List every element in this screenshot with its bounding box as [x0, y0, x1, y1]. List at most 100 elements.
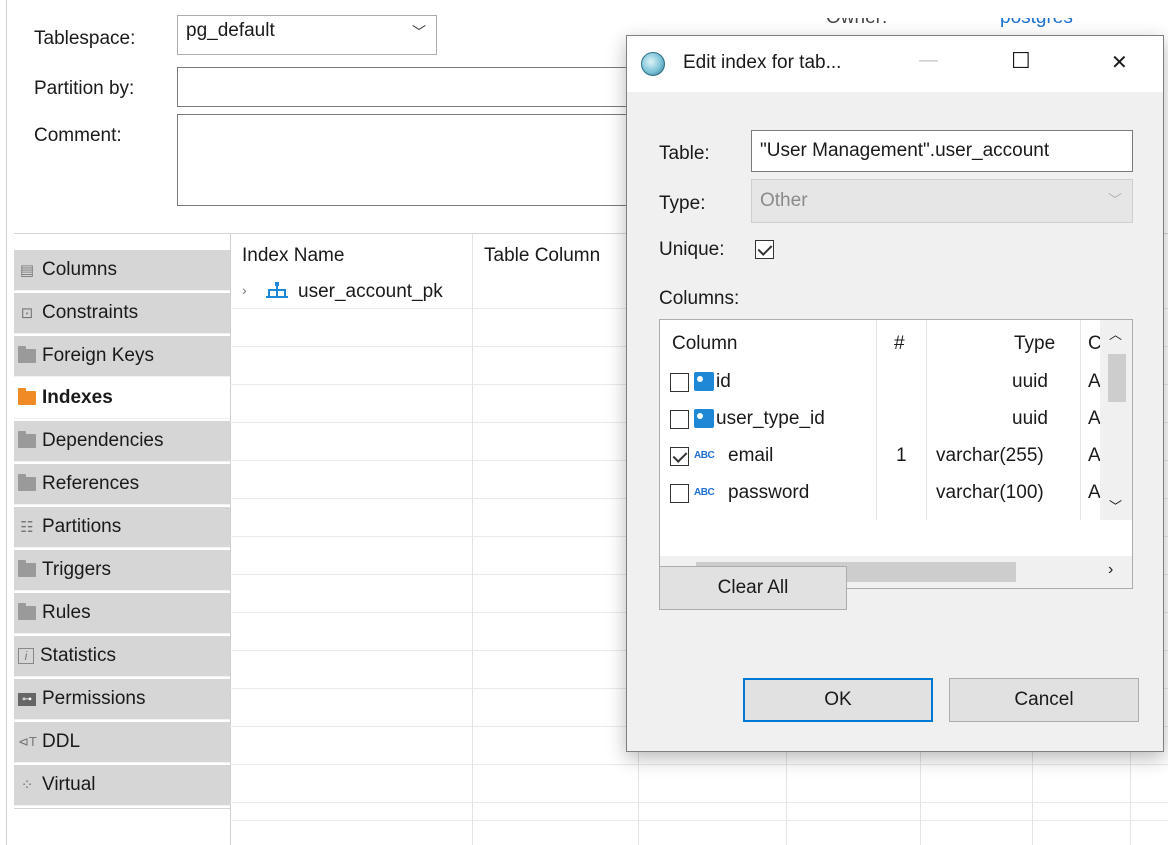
index-name-cell: user_account_pk [298, 281, 443, 302]
scroll-right-icon[interactable]: › [1108, 561, 1113, 579]
chevron-down-icon: ﹀ [1108, 192, 1122, 208]
tab-label: Constraints [42, 302, 139, 323]
tab-rules[interactable]: Rules [14, 593, 230, 634]
reference-column-icon [694, 409, 714, 428]
header-column[interactable]: Column [672, 333, 737, 355]
scroll-up-icon[interactable]: ︿ [1109, 324, 1122, 343]
folder-icon [18, 474, 36, 491]
clear-all-button[interactable]: Clear All [659, 566, 847, 610]
edit-index-dialog: Edit index for tab... — ☐ ✕ Table: "User… [626, 35, 1164, 752]
tab-label: Rules [42, 602, 91, 623]
table-row[interactable]: › user_account_pk [230, 278, 472, 308]
close-icon[interactable]: ✕ [1111, 50, 1128, 75]
tab-statistics[interactable]: i Statistics [14, 636, 230, 677]
tab-virtual[interactable]: ⁘ Virtual [14, 765, 230, 806]
columns-label: Columns: [659, 288, 740, 309]
table-field: "User Management".user_account [751, 130, 1133, 172]
folder-icon [18, 431, 36, 448]
grid-row-line [230, 764, 1168, 765]
tab-label: Partitions [42, 516, 122, 537]
tab-label: Columns [42, 259, 117, 280]
header-type[interactable]: Type [1014, 333, 1055, 355]
partitions-icon: ☷ [20, 519, 34, 536]
text-column-icon: ABC [694, 487, 715, 498]
column-extra: A [1088, 371, 1101, 392]
dialog-title: Edit index for tab... [683, 52, 842, 73]
index-icon [266, 281, 288, 299]
constraints-icon: ⊡ [20, 305, 34, 322]
partition-input[interactable] [177, 67, 637, 107]
type-label: Type: [659, 193, 706, 214]
text-column-icon: ABC [694, 450, 715, 461]
column-order: 1 [896, 445, 907, 466]
column-extra: A [1088, 482, 1101, 503]
tab-label: Dependencies [42, 430, 164, 451]
header-order[interactable]: # [894, 333, 905, 355]
tab-constraints[interactable]: ⊡ Constraints [14, 293, 230, 334]
tab-label: Statistics [40, 645, 117, 666]
table-row[interactable]: ABC email 1 varchar(255) A [660, 438, 1132, 474]
table-label: Table: [659, 143, 710, 164]
column-checkbox[interactable] [670, 373, 689, 392]
chevron-right-icon[interactable]: › [242, 282, 247, 298]
type-combo: Other ﹀ [751, 179, 1133, 223]
tablespace-combo[interactable]: pg_default ﹀ [177, 15, 437, 55]
columns-icon: ▤ [19, 262, 35, 279]
column-extra: A [1088, 445, 1101, 466]
tab-columns[interactable]: ▤ Columns [14, 250, 230, 291]
grid-row-line [230, 820, 1168, 821]
column-checkbox[interactable] [670, 410, 689, 429]
column-type: uuid [1012, 371, 1048, 392]
grid-row-line [230, 802, 1168, 803]
column-checkbox[interactable] [670, 484, 689, 503]
column-name: email [728, 445, 774, 466]
comment-textarea[interactable] [177, 114, 637, 206]
tab-partitions[interactable]: ☷ Partitions [14, 507, 230, 548]
table-field-value: "User Management".user_account [760, 140, 1050, 161]
tab-label: References [42, 473, 140, 494]
scrollbar-thumb[interactable] [1108, 354, 1126, 402]
tab-references[interactable]: References [14, 464, 230, 505]
primary-key-icon [694, 372, 714, 391]
grid-header-table-column[interactable]: Table Column [484, 245, 600, 267]
chevron-down-icon: ﹀ [412, 24, 426, 40]
columns-table[interactable]: Column # Type C id uuid A user_type_id u… [659, 319, 1133, 589]
ok-button[interactable]: OK [743, 678, 933, 722]
grid-header-index-name[interactable]: Index Name [242, 245, 344, 267]
folder-icon [18, 346, 36, 363]
tab-label: Permissions [42, 688, 146, 709]
owner-link[interactable]: postgres [1000, 18, 1073, 30]
tab-dependencies[interactable]: Dependencies [14, 421, 230, 462]
dialog-titlebar[interactable]: Edit index for tab... — ☐ ✕ [627, 36, 1163, 92]
unique-checkbox[interactable] [755, 240, 774, 259]
tab-permissions[interactable]: ⊶ Permissions [14, 679, 230, 720]
unique-label: Unique: [659, 239, 725, 260]
tab-triggers[interactable]: Triggers [14, 550, 230, 591]
vertical-scrollbar[interactable]: ︿ ﹀ [1100, 320, 1132, 520]
folder-icon [18, 388, 36, 405]
tab-ddl[interactable]: ⊲T DDL [14, 722, 230, 763]
type-combo-value: Other [760, 190, 808, 211]
tab-label: DDL [42, 731, 81, 752]
column-checkbox[interactable] [670, 447, 689, 466]
tab-indexes[interactable]: Indexes [14, 378, 230, 419]
ddl-icon: ⊲T [18, 734, 37, 749]
table-row[interactable]: id uuid A [660, 364, 1132, 400]
column-name: id [716, 371, 731, 392]
tablespace-label: Tablespace: [34, 28, 136, 49]
tab-label: Virtual [42, 774, 96, 795]
cancel-button[interactable]: Cancel [949, 678, 1139, 722]
column-type: varchar(255) [936, 445, 1044, 466]
column-type: uuid [1012, 408, 1048, 429]
virtual-icon: ⁘ [20, 777, 34, 794]
maximize-icon[interactable]: ☐ [1011, 48, 1031, 74]
tabs-bottom-border [14, 808, 230, 809]
tab-label: Foreign Keys [42, 345, 154, 366]
tab-foreign-keys[interactable]: Foreign Keys [14, 336, 230, 377]
tab-label: Indexes [42, 387, 113, 408]
column-name: user_type_id [716, 408, 825, 429]
table-row[interactable]: user_type_id uuid A [660, 401, 1132, 437]
minimize-icon[interactable]: — [919, 50, 938, 72]
scroll-down-icon[interactable]: ﹀ [1109, 496, 1122, 515]
table-row[interactable]: ABC password varchar(100) A [660, 475, 1132, 511]
